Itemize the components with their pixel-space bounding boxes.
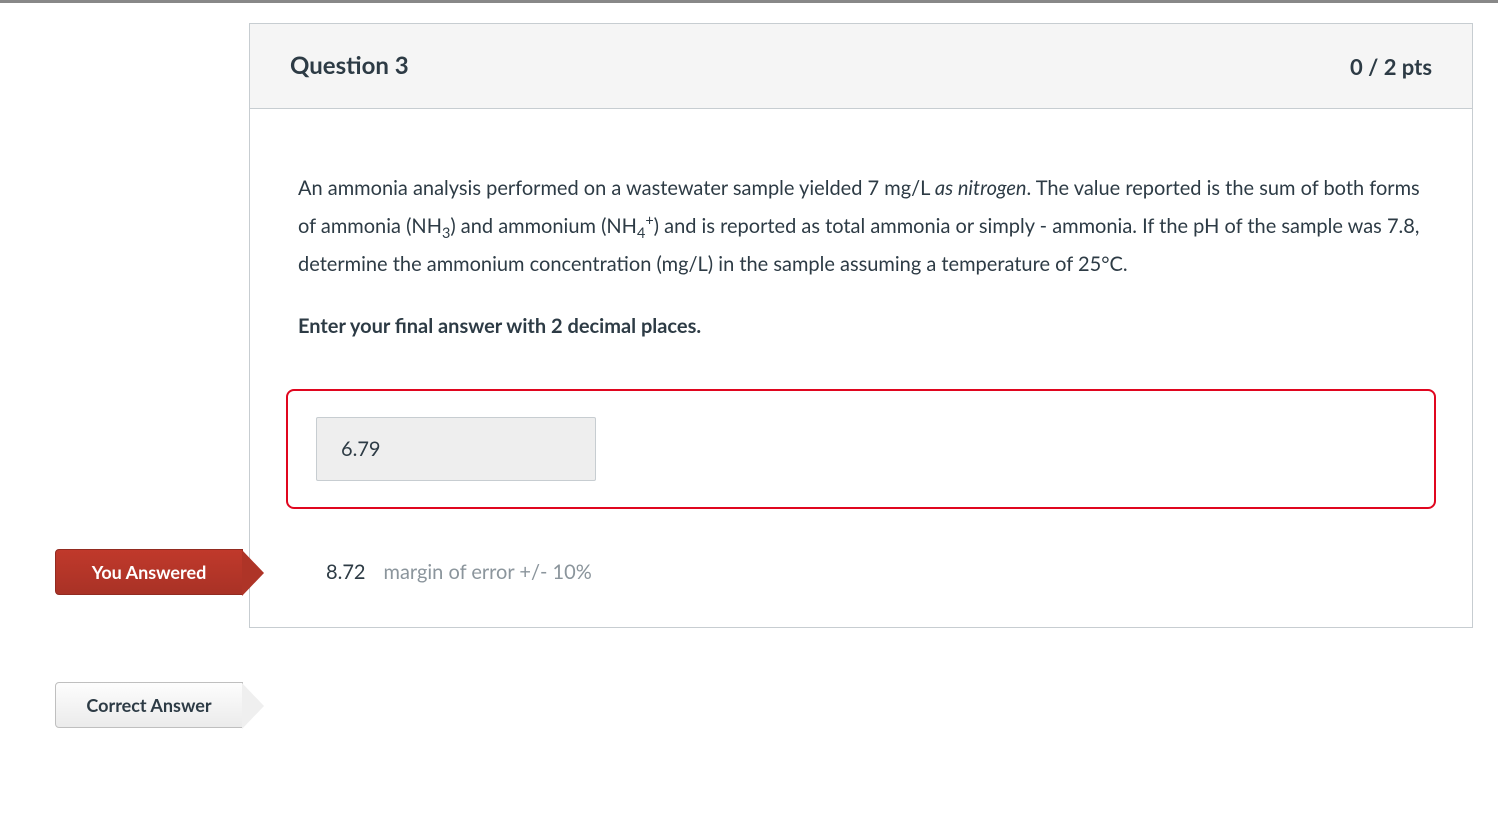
you-answered-label: You Answered [92, 559, 207, 586]
question-text: An ammonia analysis performed on a waste… [298, 169, 1424, 283]
question-card: Question 3 0 / 2 pts An ammonia analysis… [249, 23, 1473, 628]
question-body: An ammonia analysis performed on a waste… [250, 109, 1472, 627]
question-header: Question 3 0 / 2 pts [250, 24, 1472, 109]
correct-answer-row: 8.72 margin of error +/- 10% [298, 557, 1424, 587]
user-answer-container: 6.79 [286, 389, 1436, 509]
content-area: Question 3 0 / 2 pts An ammonia analysis… [25, 3, 1473, 824]
correct-answer-tag: Correct Answer [55, 682, 243, 728]
question-points: 0 / 2 pts [1350, 50, 1432, 83]
correct-answer-label: Correct Answer [86, 692, 211, 719]
question-text-italic: as nitrogen [935, 176, 1027, 200]
question-text-part1: An ammonia analysis performed on a waste… [298, 176, 935, 200]
question-text-part3: ) and ammonium (NH [450, 214, 637, 238]
question-instruction: Enter your final answer with 2 decimal p… [298, 311, 1424, 341]
question-title: Question 3 [290, 48, 409, 84]
correct-answer-value: 8.72 [326, 557, 366, 587]
margin-of-error: margin of error +/- 10% [384, 557, 592, 587]
you-answered-tag: You Answered [55, 549, 243, 595]
quiz-page: Question 3 0 / 2 pts An ammonia analysis… [0, 0, 1498, 824]
user-answer-value: 6.79 [316, 417, 596, 481]
superscript-plus: + [645, 212, 653, 229]
